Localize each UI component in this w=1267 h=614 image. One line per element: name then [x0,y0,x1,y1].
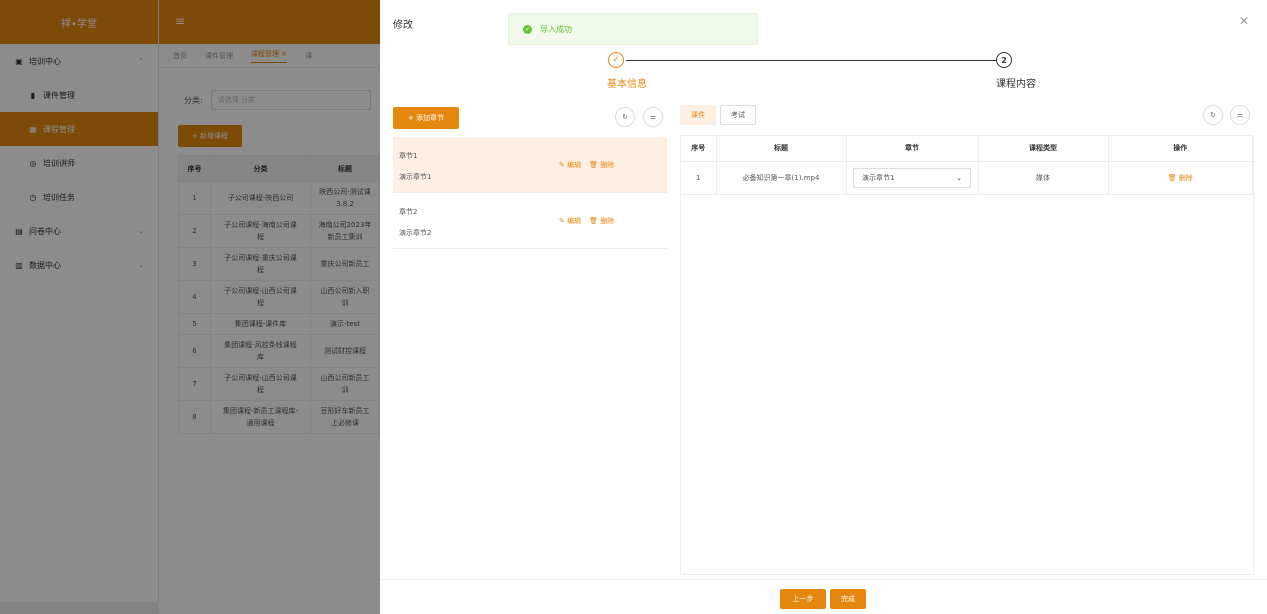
chapter-code: 章节1 [399,152,418,160]
edit-chapter-button[interactable]: ✎ 编辑 [559,216,581,226]
table-row: 1 必备知识第一章(1).mp4 演示章节1 ⌄ 媒体 🗑 删除 [681,161,1253,195]
edit-course-drawer: 修改 ✕ ✓ 导入成功 ✓ 2 基本信息 课程内容 + 添加章节 ↻ ⚌ 章节1… [380,0,1267,614]
tab-courseware[interactable]: 课件 [680,105,716,125]
prev-step-button[interactable]: 上一步 [780,589,826,609]
chapter-select[interactable]: 演示章节1 ⌄ [853,167,971,188]
trash-icon: 🗑 [589,217,601,225]
refresh-icon[interactable]: ↻ [615,107,635,127]
chapter-name: 演示章节1 [399,173,432,181]
trash-icon: 🗑 [1167,173,1179,182]
column-header: 序号 [681,136,717,162]
chapter-item[interactable]: 章节1 演示章节1 ✎ 编辑 🗑 删除 [393,137,667,193]
check-icon: ✓ [608,52,624,68]
step-label-course-content: 课程内容 [996,79,1036,90]
chapter-list: 章节1 演示章节1 ✎ 编辑 🗑 删除 章节2 演示章节2 ✎ 编辑 🗑 删除 [393,137,667,249]
columns-icon[interactable]: ⚌ [643,107,663,127]
column-header: 标题 [716,136,847,162]
delete-chapter-button[interactable]: 🗑 删除 [589,216,614,226]
content-table-panel: 序号 标题 章节 课程类型 操作 1 必备知识第一章(1).mp4 演示章节1 ⌄… [680,135,1254,575]
columns-icon[interactable]: ⚌ [1230,105,1250,125]
close-icon[interactable]: ✕ [1239,14,1249,28]
drawer-footer: 上一步 完成 [380,579,1267,614]
done-button[interactable]: 完成 [830,589,866,609]
refresh-icon[interactable]: ↻ [1203,105,1223,125]
add-chapter-button[interactable]: + 添加章节 [393,107,459,129]
chevron-down-icon: ⌄ [956,173,962,182]
step-connector [626,60,996,61]
toast-message: 导入成功 [540,24,572,34]
trash-icon: 🗑 [589,161,601,169]
edit-chapter-button[interactable]: ✎ 编辑 [559,160,581,170]
column-header: 课程类型 [978,136,1109,162]
edit-icon: ✎ [559,161,568,169]
delete-row-button[interactable]: 🗑 删除 [1168,174,1193,182]
row-index: 1 [681,161,717,195]
row-title: 必备知识第一章(1).mp4 [716,161,847,195]
check-circle-icon: ✓ [523,24,532,34]
app-root: 祥•学堂 ▣ 培训中心 ⌃ ▮ 课件管理 ▦ 课程管理 ◎ 培训讲师 ◷ 培训任… [0,0,1267,614]
delete-chapter-button[interactable]: 🗑 删除 [589,160,614,170]
chapter-code: 章节2 [399,208,418,216]
steps: ✓ 2 基本信息 课程内容 [607,52,1036,92]
drawer-title: 修改 [393,20,413,31]
success-toast: ✓ 导入成功 [508,13,758,45]
row-type: 媒体 [978,161,1109,195]
content-tabs: 课件 考试 [680,105,756,125]
step-number: 2 [996,52,1012,68]
content-table: 序号 标题 章节 课程类型 操作 1 必备知识第一章(1).mp4 演示章节1 ⌄… [681,136,1253,195]
step-label-basic-info: 基本信息 [607,79,647,90]
column-header: 章节 [846,136,979,162]
column-header: 操作 [1108,136,1253,162]
chapter-item[interactable]: 章节2 演示章节2 ✎ 编辑 🗑 删除 [393,193,667,249]
tab-exam[interactable]: 考试 [720,105,756,125]
modal-overlay[interactable] [0,0,380,614]
chapter-name: 演示章节2 [399,229,432,237]
edit-icon: ✎ [559,217,568,225]
